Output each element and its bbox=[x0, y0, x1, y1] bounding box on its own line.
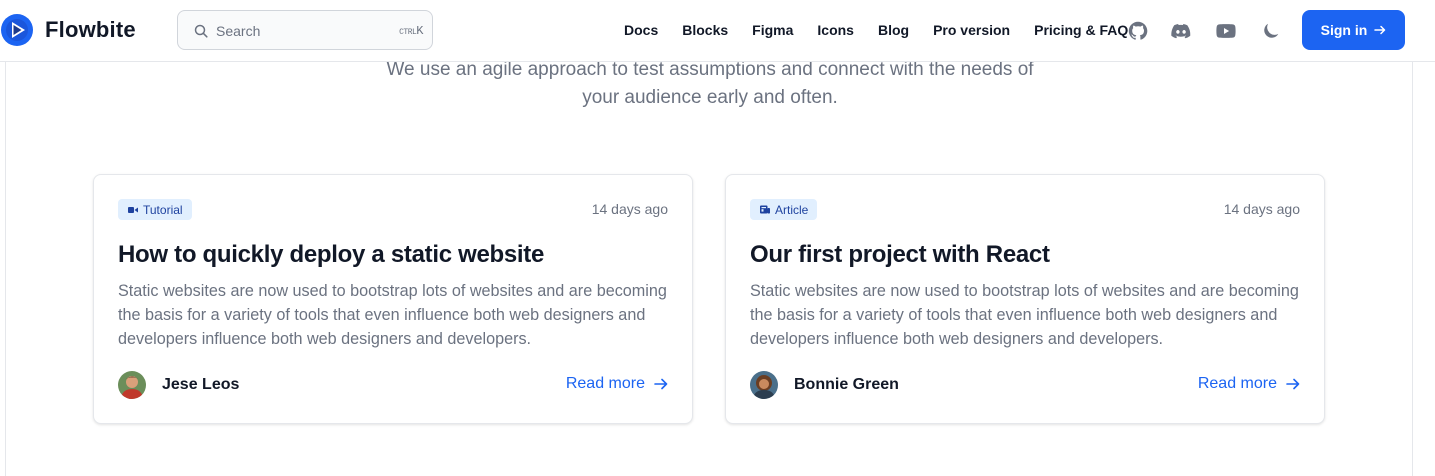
arrow-right-icon bbox=[1286, 378, 1300, 390]
github-icon[interactable] bbox=[1128, 21, 1148, 41]
nav-docs[interactable]: Docs bbox=[624, 22, 658, 38]
blog-card: Article 14 days ago Our first project wi… bbox=[725, 174, 1325, 424]
category-badge: Tutorial bbox=[118, 199, 192, 220]
newspaper-icon bbox=[760, 205, 770, 214]
post-title[interactable]: Our first project with React bbox=[750, 241, 1050, 269]
arrow-right-icon bbox=[654, 378, 668, 390]
search-placeholder: Search bbox=[216, 23, 261, 39]
video-icon bbox=[128, 206, 138, 213]
read-more-label: Read more bbox=[1197, 375, 1277, 392]
blog-card: Tutorial 14 days ago How to quickly depl… bbox=[93, 174, 693, 424]
main-nav: Docs Blocks Figma Icons Blog Pro version… bbox=[624, 22, 1128, 38]
top-navbar: Flowbite Search CTRLK Docs Blocks Figma … bbox=[0, 0, 1435, 62]
post-title[interactable]: How to quickly deploy a static website bbox=[118, 241, 544, 269]
read-more-link[interactable]: Read more bbox=[1198, 375, 1300, 393]
youtube-icon[interactable] bbox=[1216, 21, 1236, 41]
badge-label: Article bbox=[775, 202, 809, 217]
nav-pro-version[interactable]: Pro version bbox=[933, 22, 1010, 38]
nav-pricing-faq[interactable]: Pricing & FAQ bbox=[1034, 22, 1128, 38]
search-input[interactable]: Search CTRLK bbox=[177, 10, 433, 50]
flowbite-logo-icon bbox=[1, 14, 33, 46]
brand-name: Flowbite bbox=[45, 17, 136, 42]
post-description: Static websites are now used to bootstra… bbox=[750, 282, 1299, 348]
category-badge: Article bbox=[750, 199, 818, 220]
avatar bbox=[118, 371, 146, 399]
badge-label: Tutorial bbox=[143, 202, 183, 217]
sign-in-button[interactable]: Sign in bbox=[1302, 10, 1405, 50]
arrow-right-icon bbox=[1374, 25, 1386, 35]
sign-in-label: Sign in bbox=[1320, 22, 1368, 38]
nav-blocks[interactable]: Blocks bbox=[682, 22, 728, 38]
post-author: Jese Leos bbox=[118, 371, 239, 399]
post-author: Bonnie Green bbox=[750, 371, 899, 399]
moon-icon[interactable] bbox=[1261, 21, 1281, 41]
read-more-label: Read more bbox=[565, 375, 645, 392]
read-more-link[interactable]: Read more bbox=[566, 375, 668, 393]
search-shortcut: CTRLK bbox=[399, 24, 423, 38]
nav-blog[interactable]: Blog bbox=[878, 22, 909, 38]
discord-icon[interactable] bbox=[1171, 21, 1191, 41]
search-icon bbox=[194, 24, 208, 38]
brand-link[interactable]: Flowbite bbox=[0, 13, 136, 47]
post-date: 14 days ago bbox=[591, 201, 668, 217]
frame-border-right bbox=[1412, 62, 1413, 476]
frame-border-left bbox=[5, 62, 6, 476]
post-description: Static websites are now used to bootstra… bbox=[118, 282, 667, 348]
nav-icons[interactable]: Icons bbox=[817, 22, 854, 38]
avatar bbox=[750, 371, 778, 399]
post-date: 14 days ago bbox=[1223, 201, 1300, 217]
nav-figma[interactable]: Figma bbox=[752, 22, 793, 38]
section-subtitle: We use an agile approach to test assumpt… bbox=[386, 59, 1034, 108]
author-name: Jese Leos bbox=[162, 376, 240, 393]
author-name: Bonnie Green bbox=[794, 376, 899, 393]
